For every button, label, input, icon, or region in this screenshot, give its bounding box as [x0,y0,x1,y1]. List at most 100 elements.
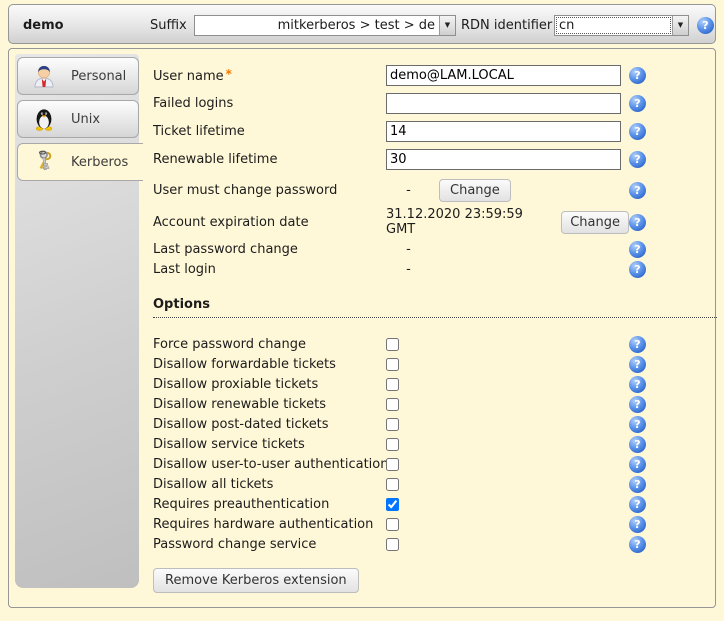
force-password-change-checkbox[interactable] [386,338,399,351]
failed-logins-row: Failed logins ? [153,89,717,117]
last-password-change-row: Last password change - ? [153,239,717,259]
ticket-lifetime-input[interactable] [386,121,621,142]
remove-kerberos-extension-button[interactable]: Remove Kerberos extension [153,568,359,593]
last-login-value: - [386,262,431,277]
disallow-service-checkbox[interactable] [386,438,399,451]
password-change-service-row: Password change service ? [153,534,717,554]
options-heading: Options [153,297,717,318]
help-icon[interactable]: ? [629,536,646,553]
last-password-change-value: - [386,242,431,257]
renewable-lifetime-row: Renewable lifetime ? [153,145,717,173]
chevron-down-icon[interactable]: ▼ [672,16,688,35]
help-icon[interactable]: ? [629,376,646,393]
remove-extension-row: Remove Kerberos extension [153,568,717,593]
requires-preauth-label: Requires preauthentication [153,497,386,512]
tab-unix-label: Unix [71,112,100,127]
last-password-change-label: Last password change [153,242,386,257]
keys-icon [31,149,57,175]
help-icon[interactable]: ? [629,261,646,278]
help-icon[interactable]: ? [629,456,646,473]
disallow-forwardable-row: Disallow forwardable tickets ? [153,354,717,374]
tab-kerberos[interactable]: Kerberos [17,143,143,181]
help-icon[interactable]: ? [629,214,646,231]
rdn-select-value: cn [555,16,672,35]
renewable-lifetime-input[interactable] [386,149,621,170]
disallow-all-tickets-row: Disallow all tickets ? [153,474,717,494]
help-icon[interactable]: ? [629,151,646,168]
must-change-password-row: User must change password - Change ? [153,177,717,203]
disallow-service-label: Disallow service tickets [153,437,386,452]
must-change-password-value: - [386,183,431,198]
rdn-identifier-select[interactable]: cn ▼ [554,15,689,36]
help-icon[interactable]: ? [629,416,646,433]
suffix-label: Suffix [150,18,187,33]
disallow-proxiable-label: Disallow proxiable tickets [153,377,386,392]
disallow-service-row: Disallow service tickets ? [153,434,717,454]
disallow-all-tickets-label: Disallow all tickets [153,477,386,492]
help-icon[interactable]: ? [629,182,646,199]
chevron-down-icon[interactable]: ▼ [439,16,455,35]
disallow-user-to-user-checkbox[interactable] [386,458,399,471]
force-password-change-label: Force password change [153,337,386,352]
disallow-all-tickets-checkbox[interactable] [386,478,399,491]
help-icon[interactable]: ? [629,356,646,373]
change-password-button[interactable]: Change [439,179,511,202]
disallow-proxiable-checkbox[interactable] [386,378,399,391]
failed-logins-input[interactable] [386,93,621,114]
disallow-user-to-user-row: Disallow user-to-user authentication ? [153,454,717,474]
disallow-forwardable-checkbox[interactable] [386,358,399,371]
disallow-forwardable-label: Disallow forwardable tickets [153,357,386,372]
suffix-select-value: mitkerberos > test > de [195,16,439,35]
tab-personal-label: Personal [71,69,126,84]
disallow-renewable-label: Disallow renewable tickets [153,397,386,412]
help-icon[interactable]: ? [629,496,646,513]
help-icon[interactable]: ? [629,476,646,493]
help-icon[interactable]: ? [629,241,646,258]
help-icon[interactable]: ? [629,336,646,353]
required-marker: * [226,67,232,81]
disallow-postdated-label: Disallow post-dated tickets [153,417,386,432]
disallow-user-to-user-label: Disallow user-to-user authentication [153,457,386,472]
password-change-service-checkbox[interactable] [386,538,399,551]
rdn-identifier-label: RDN identifier [461,18,552,33]
help-icon[interactable]: ? [629,95,646,112]
last-login-row: Last login - ? [153,259,717,279]
failed-logins-label: Failed logins [153,96,386,111]
requires-hardware-auth-checkbox[interactable] [386,518,399,531]
ticket-lifetime-label: Ticket lifetime [153,124,386,139]
help-icon[interactable]: ? [629,396,646,413]
must-change-password-label: User must change password [153,183,386,198]
last-login-label: Last login [153,262,386,277]
disallow-renewable-row: Disallow renewable tickets ? [153,394,717,414]
user-name-label: User name [153,69,224,84]
help-icon[interactable]: ? [697,17,714,34]
password-change-service-label: Password change service [153,537,386,552]
requires-preauth-checkbox[interactable] [386,498,399,511]
help-icon[interactable]: ? [629,436,646,453]
options-checkbox-list: Force password change ? Disallow forward… [153,334,717,554]
requires-hardware-auth-row: Requires hardware authentication ? [153,514,717,534]
ticket-lifetime-row: Ticket lifetime ? [153,117,717,145]
force-password-change-row: Force password change ? [153,334,717,354]
requires-preauth-row: Requires preauthentication ? [153,494,717,514]
account-expiration-label: Account expiration date [153,215,386,230]
disallow-postdated-row: Disallow post-dated tickets ? [153,414,717,434]
tab-unix[interactable]: Unix [17,100,139,138]
tab-personal[interactable]: Personal [17,57,139,95]
help-icon[interactable]: ? [629,123,646,140]
account-expiration-row: Account expiration date 31.12.2020 23:59… [153,209,717,235]
suffix-select[interactable]: mitkerberos > test > de ▼ [194,15,456,36]
user-name-row: User name* ? [153,61,717,89]
disallow-renewable-checkbox[interactable] [386,398,399,411]
person-icon [31,63,57,89]
user-name-input[interactable] [386,65,621,86]
requires-hardware-auth-label: Requires hardware authentication [153,517,386,532]
renewable-lifetime-label: Renewable lifetime [153,152,386,167]
disallow-postdated-checkbox[interactable] [386,418,399,431]
account-title-bar: demo Suffix mitkerberos > test > de ▼ RD… [8,4,716,44]
change-expiration-button[interactable]: Change [561,211,629,234]
account-name: demo [23,18,64,33]
help-icon[interactable]: ? [629,516,646,533]
account-expiration-value: 31.12.2020 23:59:59 GMT [386,207,555,237]
help-icon[interactable]: ? [629,67,646,84]
